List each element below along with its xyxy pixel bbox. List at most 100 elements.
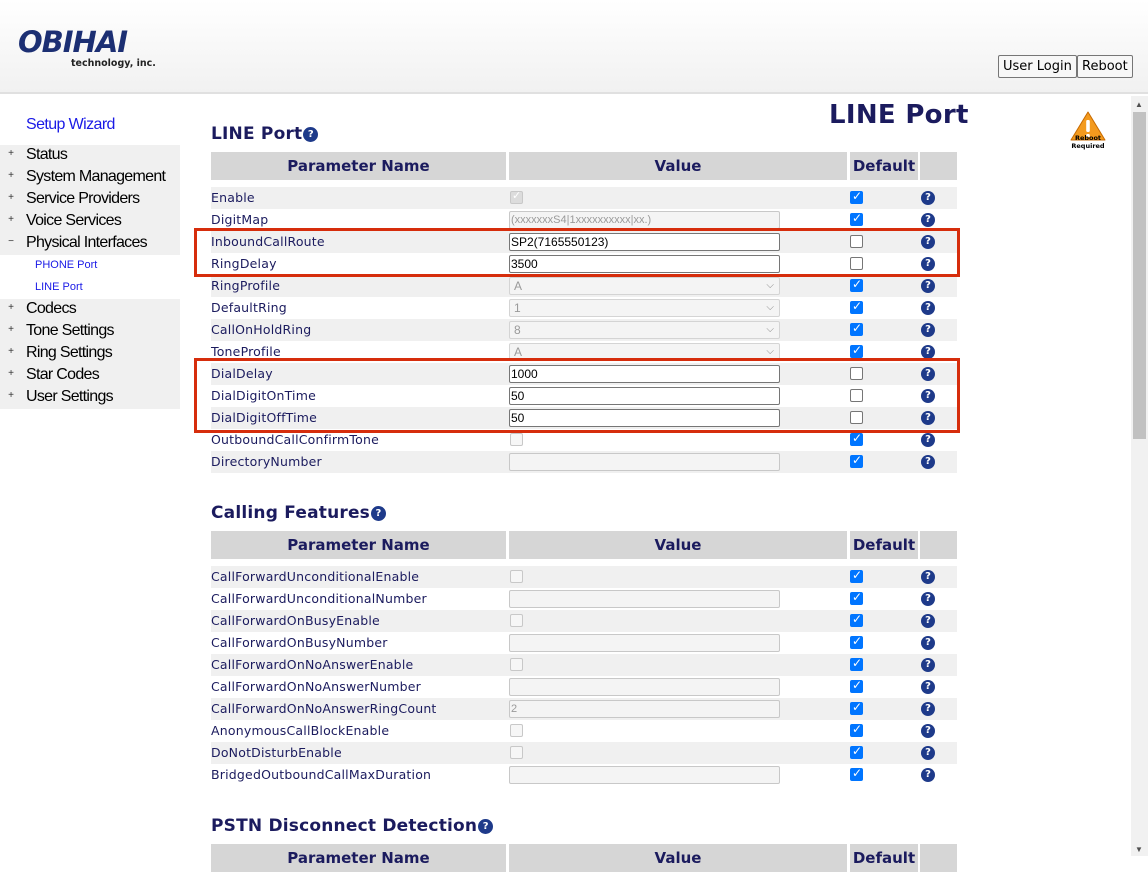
default-checkbox[interactable] [850,678,863,693]
default-checkbox[interactable] [850,568,863,583]
help-icon[interactable]: ? [921,746,935,760]
value-checkbox [510,614,523,627]
default-checkbox[interactable] [850,343,863,358]
default-checkbox[interactable] [850,766,863,781]
default-checkbox[interactable] [850,299,863,314]
help-icon[interactable]: ? [303,127,319,142]
pstn-section-title: PSTN Disconnect Detection? [211,816,494,836]
sidebar-item-user-settings[interactable]: + User Settings [0,387,180,409]
help-icon[interactable]: ? [921,702,935,716]
help-icon[interactable]: ? [921,389,935,403]
expand-icon[interactable]: + [7,324,15,335]
sidebar-item-system-management[interactable]: + System Management [0,167,180,189]
help-icon[interactable]: ? [921,411,935,425]
param-name: CallOnHoldRing [211,322,312,337]
scroll-up-arrow-icon[interactable]: ▲ [1135,100,1143,109]
default-checkbox[interactable] [850,367,863,380]
scroll-down-arrow-icon[interactable]: ▼ [1135,845,1143,854]
sidebar-subitem-line-port[interactable]: LINE Port [0,277,180,299]
table-row: AnonymousCallBlockEnable? [211,720,957,742]
sidebar-item-tone-settings[interactable]: + Tone Settings [0,321,180,343]
default-checkbox[interactable] [850,389,863,402]
value-checkbox [510,724,523,737]
value-input[interactable] [509,365,780,383]
sidebar-item-label: Voice Services [26,212,122,229]
default-checkbox[interactable] [850,411,863,424]
expand-icon[interactable]: + [7,368,15,379]
user-login-button[interactable]: User Login [998,55,1077,78]
default-header: Default [850,531,918,559]
help-icon[interactable]: ? [921,592,935,606]
help-icon[interactable]: ? [921,636,935,650]
sidebar-item-physical-interfaces[interactable]: − Physical Interfaces [0,233,180,255]
value-select: 1 ⌵ [509,299,780,317]
sidebar-item-codecs[interactable]: + Codecs [0,299,180,321]
default-checkbox[interactable] [850,211,863,226]
value-input[interactable] [509,387,780,405]
default-header: Default [850,152,918,180]
collapse-icon[interactable]: − [7,236,15,247]
default-checkbox[interactable] [850,189,863,204]
help-icon[interactable]: ? [921,680,935,694]
expand-icon[interactable]: + [7,346,15,357]
table-row: CallForwardOnNoAnswerRingCount? [211,698,957,720]
expand-icon[interactable]: + [7,302,15,313]
sidebar-item-star-codes[interactable]: + Star Codes [0,365,180,387]
default-checkbox[interactable] [850,431,863,446]
default-checkbox[interactable] [850,321,863,336]
help-icon[interactable]: ? [921,614,935,628]
default-checkbox[interactable] [850,277,863,292]
expand-icon[interactable]: + [7,214,15,225]
help-icon[interactable]: ? [921,367,935,381]
expand-icon[interactable]: + [7,170,15,181]
default-checkbox[interactable] [850,612,863,627]
help-icon[interactable]: ? [921,570,935,584]
help-icon[interactable]: ? [921,191,935,205]
default-checkbox[interactable] [850,700,863,715]
help-icon[interactable]: ? [921,213,935,227]
expand-icon[interactable]: + [7,390,15,401]
help-icon[interactable]: ? [921,433,935,447]
scrollbar-thumb[interactable] [1133,112,1146,439]
setup-wizard-link[interactable]: Setup Wizard [26,116,115,134]
help-icon[interactable]: ? [921,345,935,359]
help-icon[interactable]: ? [371,506,387,521]
value-input[interactable] [509,409,780,427]
table-row: CallForwardOnNoAnswerEnable? [211,654,957,676]
default-checkbox[interactable] [850,257,863,270]
value-input[interactable] [509,233,780,251]
sidebar-subitem-label[interactable]: LINE Port [35,281,83,293]
table-row: ToneProfileA⌵? [211,341,957,363]
default-checkbox[interactable] [850,656,863,671]
help-icon[interactable]: ? [921,724,935,738]
default-checkbox[interactable] [850,235,863,248]
sidebar-item-service-providers[interactable]: + Service Providers [0,189,180,211]
help-icon[interactable]: ? [478,819,494,834]
default-checkbox[interactable] [850,722,863,737]
default-checkbox[interactable] [850,634,863,649]
sidebar-subitem-label[interactable]: PHONE Port [35,259,97,271]
expand-icon[interactable]: + [7,192,15,203]
help-icon[interactable]: ? [921,279,935,293]
sidebar-item-ring-settings[interactable]: + Ring Settings [0,343,180,365]
sidebar-item-voice-services[interactable]: + Voice Services [0,211,180,233]
sidebar-subitem-phone-port[interactable]: PHONE Port [0,255,180,277]
expand-icon[interactable]: + [7,148,15,159]
help-icon[interactable]: ? [921,455,935,469]
table-row: RingDelay? [211,253,957,275]
help-icon[interactable]: ? [921,301,935,315]
help-icon[interactable]: ? [921,235,935,249]
help-icon[interactable]: ? [921,323,935,337]
param-name-header: Parameter Name [211,531,506,559]
default-checkbox[interactable] [850,590,863,605]
reboot-button[interactable]: Reboot [1077,55,1133,78]
param-name: DoNotDisturbEnable [211,745,342,760]
value-input[interactable] [509,255,780,273]
vertical-scrollbar[interactable]: ▲ ▼ [1131,96,1148,856]
sidebar-item-status[interactable]: + Status [0,145,180,167]
help-icon[interactable]: ? [921,257,935,271]
help-icon[interactable]: ? [921,658,935,672]
default-checkbox[interactable] [850,453,863,468]
help-icon[interactable]: ? [921,768,935,782]
default-checkbox[interactable] [850,744,863,759]
